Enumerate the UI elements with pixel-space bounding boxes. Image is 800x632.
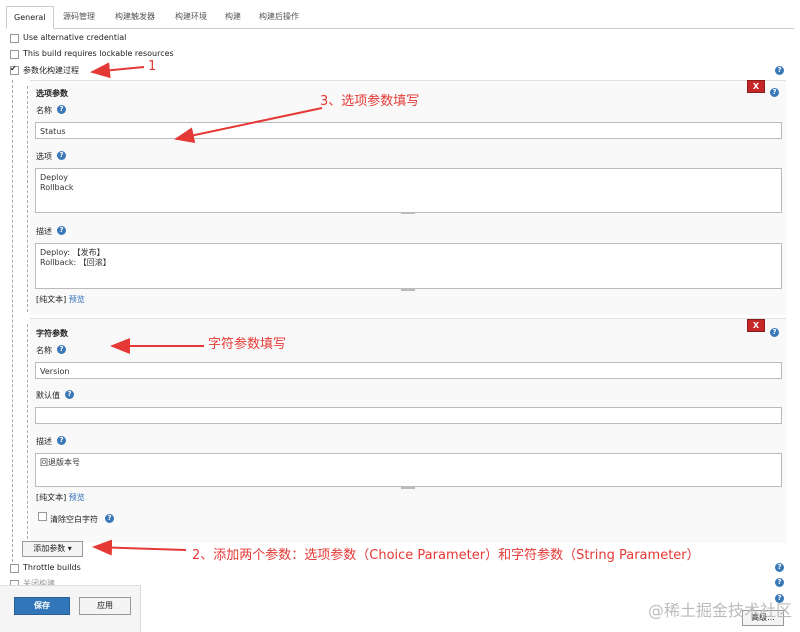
annotation-string: 字符参数填写: [208, 337, 287, 352]
arrow-3: [174, 107, 323, 144]
annotation-1: 1: [148, 59, 157, 74]
annotation-2: 2、添加两个参数：选项参数（Choice Parameter）和字符参数（Str…: [192, 548, 700, 563]
annotation-3: 3、选项参数填写: [320, 94, 420, 109]
watermark: @稀土掘金技术社区: [647, 601, 792, 620]
arrow-1: [90, 62, 145, 79]
arrow-2: [92, 539, 187, 556]
